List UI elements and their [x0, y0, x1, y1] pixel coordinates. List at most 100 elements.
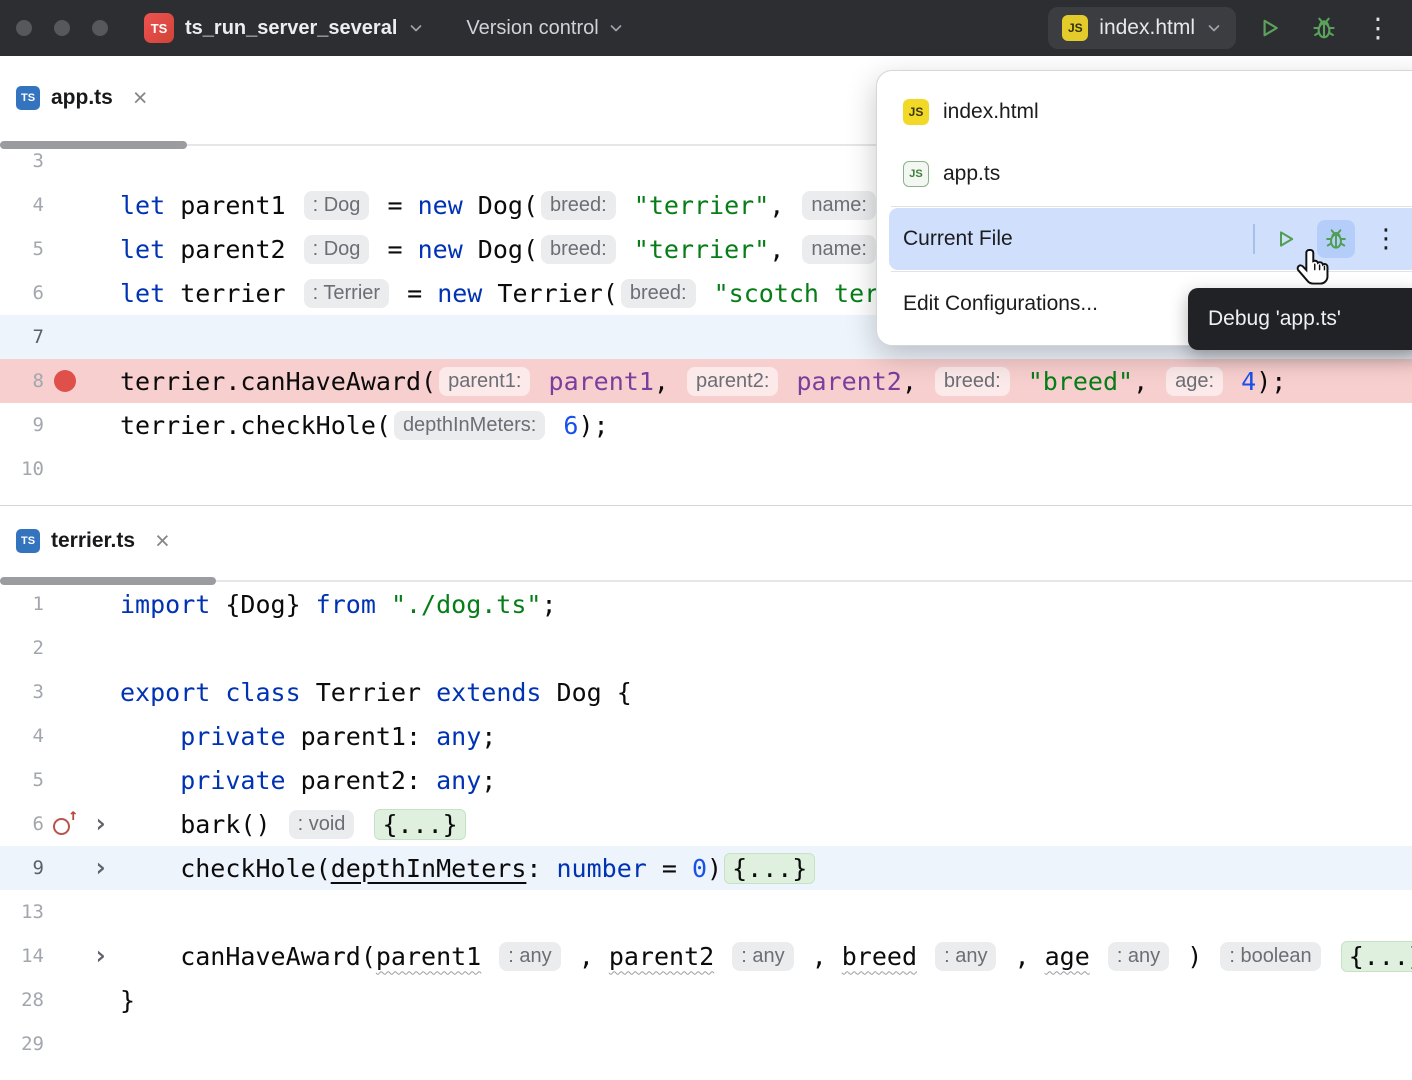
code-line-1[interactable]: 1import {Dog} from "./dog.ts"; — [0, 586, 1412, 626]
folded-code-chip: {...} — [1341, 941, 1412, 972]
tab-label: app.ts — [51, 86, 113, 110]
code-text: } — [115, 986, 135, 1015]
code-text: let parent1 : Dog = new Dog(breed: "terr… — [115, 191, 879, 220]
horizontal-scrollbar[interactable] — [0, 576, 1412, 586]
code-line-28[interactable]: 28} — [0, 978, 1412, 1022]
line-number: 8 — [0, 370, 44, 392]
fold-chevron-icon[interactable]: › — [86, 811, 115, 837]
close-tab-icon[interactable]: × — [133, 86, 148, 111]
line-number: 29 — [0, 1033, 44, 1055]
inlay-hint: : any — [1108, 942, 1169, 971]
run-button[interactable] — [1250, 8, 1290, 48]
code-text: let parent2 : Dog = new Dog(breed: "terr… — [115, 235, 879, 264]
inlay-hint: : any — [732, 942, 793, 971]
inlay-hint: depthInMeters: — [394, 411, 545, 440]
ide-window: TS ts_run_server_several Version control… — [0, 0, 1412, 1080]
line-number: 7 — [0, 326, 44, 348]
vcs-widget[interactable]: Version control — [466, 17, 623, 40]
code-line-6[interactable]: 6› bark() : void {...} — [0, 802, 1412, 846]
code-line-14[interactable]: 14› canHaveAward(parent1 : any , parent2… — [0, 934, 1412, 978]
line-number: 13 — [0, 901, 44, 923]
code-line-8[interactable]: 8 terrier.canHaveAward(parent1: parent1, … — [0, 359, 1412, 403]
more-menu-button[interactable]: ⋮ — [1358, 8, 1398, 48]
fold-chevron-icon[interactable]: › — [86, 855, 115, 881]
code-line-10[interactable]: 10 — [0, 447, 1412, 491]
overrides-method-icon[interactable] — [52, 811, 78, 837]
line-number: 5 — [0, 769, 44, 791]
inlay-hint: : Dog — [304, 191, 370, 220]
code-line-13[interactable]: 13 — [0, 890, 1412, 934]
code-text: terrier.checkHole(depthInMeters: 6); — [115, 411, 609, 440]
code-line-4[interactable]: 4 private parent1: any; — [0, 714, 1412, 758]
debug-bug-icon — [1310, 14, 1338, 42]
close-window-button[interactable] — [16, 20, 32, 36]
popup-item-label: index.html — [943, 100, 1039, 124]
popup-item-label: Current File — [903, 227, 1013, 251]
popup-item-app-ts[interactable]: JS app.ts — [889, 143, 1412, 205]
titlebar: TS ts_run_server_several Version control… — [0, 0, 1412, 56]
code-text: let terrier : Terrier = new Terrier(bree… — [115, 279, 954, 308]
inlay-hint: age: — [1166, 367, 1223, 396]
tab-terrier-ts[interactable]: TS terrier.ts × — [16, 529, 170, 554]
project-name: ts_run_server_several — [185, 17, 397, 40]
run-icon — [1274, 227, 1298, 251]
folded-code-chip: {...} — [374, 809, 465, 840]
code-line-29[interactable]: 29 — [0, 1022, 1412, 1066]
popup-item-label: Edit Configurations... — [903, 292, 1098, 316]
line-number: 14 — [0, 945, 44, 967]
divider — [1253, 224, 1255, 254]
project-selector[interactable]: TS ts_run_server_several — [144, 13, 424, 43]
popup-item-label: app.ts — [943, 162, 1000, 186]
code-text: terrier.canHaveAward(parent1: parent1, p… — [115, 367, 1286, 396]
editor-pane-terrier: TS terrier.ts × 1import {Dog} from "./do… — [0, 505, 1412, 1080]
inlay-hint: parent1: — [439, 367, 530, 396]
line-number: 5 — [0, 238, 44, 260]
inlay-hint: breed: — [621, 279, 696, 308]
fold-chevron-icon[interactable]: › — [86, 943, 115, 969]
code-line-5[interactable]: 5 private parent2: any; — [0, 758, 1412, 802]
code-line-9[interactable]: 9 terrier.checkHole(depthInMeters: 6); — [0, 403, 1412, 447]
code-line-9[interactable]: 9› checkHole(depthInMeters: number = 0){… — [0, 846, 1412, 890]
more-run-options-button[interactable]: ⋮ — [1367, 220, 1405, 258]
line-number: 28 — [0, 989, 44, 1011]
run-icon — [1257, 15, 1283, 41]
code-text: private parent1: any; — [115, 722, 496, 751]
chevron-down-icon — [608, 20, 624, 36]
inlay-hint: name: — [802, 235, 876, 264]
code-editor-terrier[interactable]: 1import {Dog} from "./dog.ts"; 2 3export c… — [0, 586, 1412, 1080]
typescript-file-icon: TS — [16, 86, 40, 110]
minimize-window-button[interactable] — [54, 20, 70, 36]
project-icon: TS — [144, 13, 174, 43]
line-number: 10 — [0, 458, 44, 480]
code-text: bark() : void {...} — [115, 809, 468, 840]
debug-button[interactable] — [1304, 8, 1344, 48]
line-number: 2 — [0, 637, 44, 659]
file-type-icon: JS — [903, 161, 929, 187]
scrollbar-thumb[interactable] — [0, 141, 187, 149]
window-controls — [16, 20, 108, 36]
scrollbar-thumb[interactable] — [0, 577, 216, 585]
folded-code-chip: {...} — [724, 853, 815, 884]
fullscreen-window-button[interactable] — [92, 20, 108, 36]
breakpoint-icon[interactable] — [54, 370, 76, 392]
line-number: 9 — [0, 414, 44, 436]
inlay-hint: breed: — [541, 235, 616, 264]
code-line-2[interactable]: 2 — [0, 626, 1412, 670]
run-config-selector[interactable]: JS index.html — [1048, 7, 1236, 49]
tab-bar-bottom: TS terrier.ts × — [0, 506, 1412, 576]
popup-divider — [891, 206, 1412, 207]
file-type-icon: JS — [903, 99, 929, 125]
code-text: export class Terrier extends Dog { — [115, 678, 632, 707]
inlay-hint: : Terrier — [304, 279, 389, 308]
code-line-3[interactable]: 3export class Terrier extends Dog { — [0, 670, 1412, 714]
tab-label: terrier.ts — [51, 529, 135, 553]
close-tab-icon[interactable]: × — [155, 529, 170, 554]
tab-app-ts[interactable]: TS app.ts × — [16, 86, 147, 111]
titlebar-right: JS index.html ⋮ — [1048, 7, 1398, 49]
popup-item-index-html[interactable]: JS index.html — [889, 81, 1412, 143]
html-file-icon: JS — [1062, 15, 1088, 41]
inlay-hint: name: — [802, 191, 876, 220]
inlay-hint: : any — [935, 942, 996, 971]
inlay-hint: : void — [289, 810, 355, 839]
line-number: 3 — [0, 150, 44, 172]
